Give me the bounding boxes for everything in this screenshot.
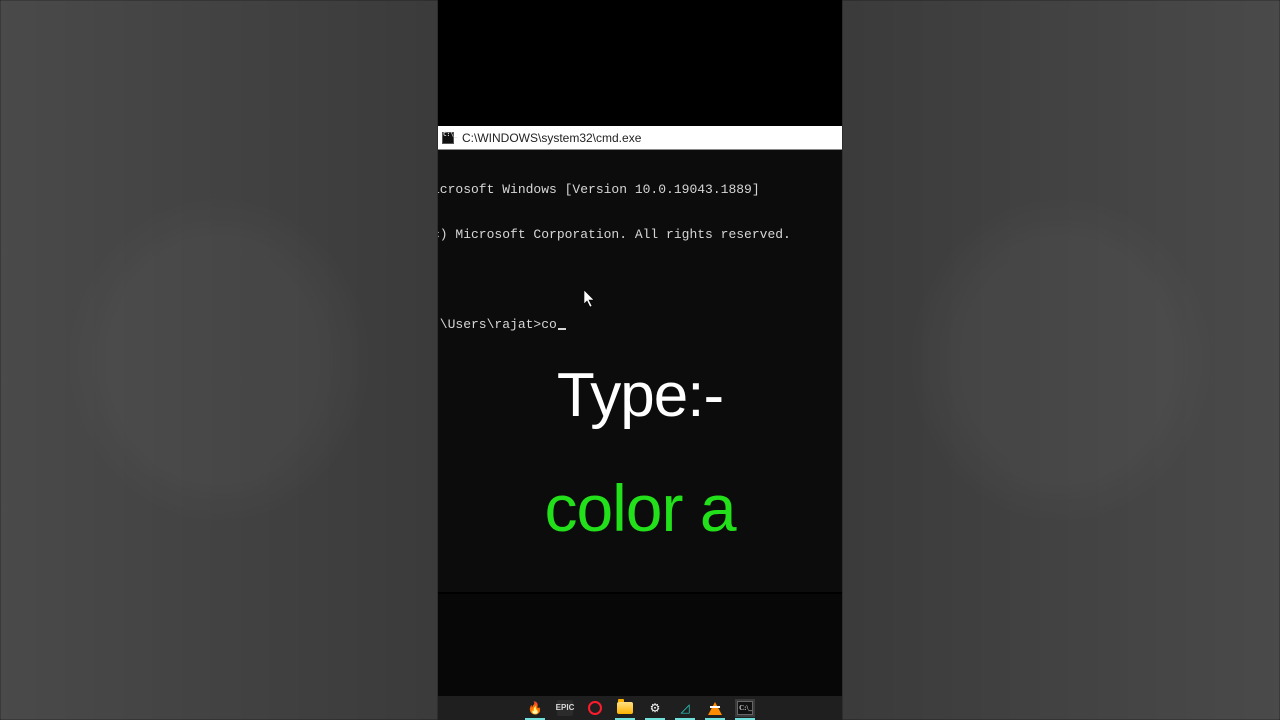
taskbar[interactable]: 🔥 EPIC ⚙ ◿ C:\_ (438, 696, 842, 720)
taskbar-item-explorer[interactable] (615, 699, 635, 717)
terminal-line-copyright: c) Microsoft Corporation. All rights res… (438, 227, 842, 242)
taskbar-item-app[interactable]: ◿ (675, 699, 695, 717)
firefox-icon: 🔥 (527, 700, 543, 716)
viewport: C:\WINDOWS\system32\cmd.exe icrosoft Win… (0, 0, 1280, 720)
taskbar-item-settings[interactable]: ⚙ (645, 699, 665, 717)
settings-icon: ⚙ (647, 700, 663, 716)
vlc-icon (708, 702, 722, 715)
letterbox-bottom (438, 594, 842, 696)
taskbar-item-opera[interactable] (585, 699, 605, 717)
app-icon: ◿ (677, 700, 693, 716)
pillarbox-right (842, 0, 1280, 720)
file-explorer-icon (617, 702, 633, 714)
phone-column: C:\WINDOWS\system32\cmd.exe icrosoft Win… (438, 0, 842, 720)
caption-command: color a (438, 470, 842, 546)
terminal-line-version: icrosoft Windows [Version 10.0.19043.188… (438, 182, 842, 197)
pillarbox-left (0, 0, 438, 720)
taskbar-item-firefox[interactable]: 🔥 (525, 699, 545, 717)
opera-icon (588, 701, 602, 715)
taskbar-item-vlc[interactable] (705, 699, 725, 717)
epic-games-icon: EPIC (557, 700, 573, 716)
window-titlebar[interactable]: C:\WINDOWS\system32\cmd.exe (438, 126, 842, 150)
window-title: C:\WINDOWS\system32\cmd.exe (462, 131, 641, 145)
terminal-blank-line (438, 272, 842, 287)
caption-type: Type:- (438, 360, 842, 431)
terminal-prompt-line: :\Users\rajat>co (438, 317, 842, 332)
cmd-icon: C:\_ (737, 701, 753, 715)
taskbar-item-epic[interactable]: EPIC (555, 699, 575, 717)
taskbar-item-cmd[interactable]: C:\_ (735, 699, 755, 717)
letterbox-top (438, 0, 842, 126)
terminal-cursor (558, 328, 566, 330)
cmd-window-icon (440, 130, 456, 146)
terminal-prompt-text: :\Users\rajat>co (438, 317, 557, 332)
